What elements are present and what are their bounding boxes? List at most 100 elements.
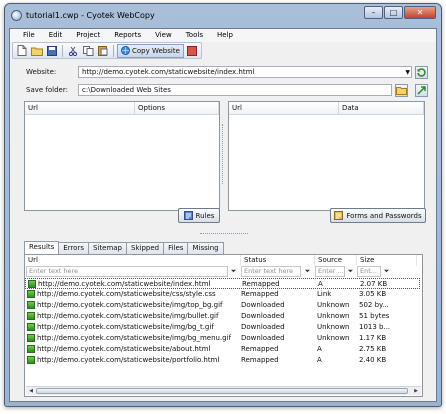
cell-status: Downloaded <box>241 301 285 309</box>
col-header-source[interactable]: Source <box>315 255 357 266</box>
rules-icon <box>183 211 193 220</box>
tab-results[interactable]: Results <box>24 241 60 254</box>
scrollbar-thumb[interactable] <box>36 388 408 394</box>
tab-missing[interactable]: Missing <box>187 242 224 254</box>
rules-list[interactable]: Url Options <box>24 101 220 211</box>
open-folder-icon[interactable] <box>30 44 44 58</box>
filter-icon[interactable]: ⏷ <box>303 267 312 276</box>
cell-url: http://demo.cyotek.com/staticwebsite/img… <box>37 334 232 342</box>
title-bar[interactable]: tutorial1.cwp - Cyotek WebCopy – □ ✕ <box>5 4 441 28</box>
cell-source: A <box>318 280 323 288</box>
forms-passwords-button[interactable]: Forms and Passwords <box>330 208 426 223</box>
rules-col-options[interactable]: Options <box>135 102 219 115</box>
cell-status: Downloaded <box>241 334 285 342</box>
cell-url: http://demo.cyotek.com/staticwebsite/img… <box>37 312 219 320</box>
cell-status: Remapped <box>242 280 280 288</box>
open-folder-button[interactable] <box>415 84 428 97</box>
scroll-left-icon[interactable]: ◀ <box>27 388 35 394</box>
cell-url: http://demo.cyotek.com/staticwebsite/abo… <box>37 345 211 353</box>
paste-icon[interactable] <box>96 44 110 58</box>
rules-button[interactable]: Rules <box>178 208 220 223</box>
cell-status: Remapped <box>241 345 279 353</box>
cut-icon[interactable] <box>66 44 80 58</box>
filter-url-input[interactable]: Enter text here <box>26 266 228 277</box>
cell-source: Unknown <box>317 312 350 320</box>
table-row[interactable]: http://demo.cyotek.com/staticwebsite/por… <box>25 355 420 366</box>
cell-status: Downloaded <box>241 312 285 320</box>
file-icon <box>28 280 36 288</box>
menu-file[interactable]: File <box>16 29 42 42</box>
rules-col-url[interactable]: Url <box>25 102 135 115</box>
new-document-icon[interactable] <box>15 44 29 58</box>
filter-source-input[interactable]: Enter ... <box>315 266 345 277</box>
toolbar-separator <box>62 44 63 57</box>
save-icon[interactable] <box>45 44 59 58</box>
filter-icon[interactable]: ⏷ <box>346 267 355 276</box>
table-row[interactable]: http://demo.cyotek.com/staticwebsite/img… <box>25 311 420 322</box>
splitter-horizontal[interactable] <box>200 233 248 235</box>
forms-col-url[interactable]: Url <box>229 102 339 115</box>
table-row[interactable]: http://demo.cyotek.com/staticwebsite/css… <box>25 289 420 300</box>
file-icon <box>27 345 35 353</box>
menu-reports[interactable]: Reports <box>107 29 148 42</box>
caption-buttons: – □ ✕ <box>364 6 436 19</box>
menu-view[interactable]: View <box>148 29 179 42</box>
arrow-icon <box>417 86 426 95</box>
file-icon <box>27 356 35 364</box>
splitter-vertical[interactable] <box>222 124 223 184</box>
menu-edit[interactable]: Edit <box>42 29 70 42</box>
cell-url: http://demo.cyotek.com/staticwebsite/img… <box>37 301 223 309</box>
table-row[interactable]: http://demo.cyotek.com/staticwebsite/img… <box>25 322 420 333</box>
forms-col-data[interactable]: Data <box>339 102 424 115</box>
filter-icon[interactable]: ⏷ <box>382 267 391 276</box>
cell-source: Unknown <box>317 323 350 331</box>
results-grid[interactable]: Url Status Source Size Enter text here ⏷… <box>24 254 423 397</box>
tab-sitemap[interactable]: Sitemap <box>88 242 127 254</box>
refresh-icon <box>417 68 426 77</box>
menu-help[interactable]: Help <box>210 29 240 42</box>
col-header-size[interactable]: Size <box>357 255 417 266</box>
tab-files[interactable]: Files <box>163 242 189 254</box>
tab-errors[interactable]: Errors <box>58 242 89 254</box>
tab-skipped[interactable]: Skipped <box>126 242 165 254</box>
col-header-status[interactable]: Status <box>241 255 315 266</box>
website-label: Website: <box>26 68 57 76</box>
cell-url: http://demo.cyotek.com/staticwebsite/por… <box>37 356 220 364</box>
copy-website-button[interactable]: Copy Website <box>117 43 184 58</box>
chevron-down-icon[interactable]: ▼ <box>405 68 410 77</box>
cell-size: 2.40 KB <box>359 356 387 364</box>
file-icon <box>27 312 35 320</box>
copy-website-icon <box>121 46 130 55</box>
maximize-button[interactable]: □ <box>384 6 403 19</box>
toolbar-separator <box>113 44 114 57</box>
table-row[interactable]: http://demo.cyotek.com/staticwebsite/img… <box>25 333 420 344</box>
copy-icon[interactable] <box>81 44 95 58</box>
cell-source: Link <box>317 290 332 298</box>
table-row[interactable]: http://demo.cyotek.com/staticwebsite/img… <box>25 300 420 311</box>
website-field[interactable]: http://demo.cyotek.com/staticwebsite/ind… <box>78 66 412 78</box>
stop-icon[interactable] <box>185 44 199 58</box>
cell-source: Unknown <box>317 301 350 309</box>
menu-tools[interactable]: Tools <box>179 29 210 42</box>
file-icon <box>27 301 35 309</box>
save-folder-label: Save folder: <box>26 86 68 94</box>
col-header-url[interactable]: Url <box>25 255 241 266</box>
cell-size: 502 by... <box>359 301 389 309</box>
filter-size-input[interactable]: Ent... <box>357 266 381 277</box>
table-row[interactable]: http://demo.cyotek.com/staticwebsite/ind… <box>25 278 420 289</box>
forms-list[interactable]: Url Data <box>228 101 425 211</box>
browse-folder-button[interactable] <box>395 84 408 97</box>
filter-status-input[interactable]: Enter text here <box>241 266 301 277</box>
copy-website-label: Copy Website <box>132 46 180 55</box>
horizontal-scrollbar[interactable]: ◀ ▶ <box>26 386 421 395</box>
rules-label: Rules <box>195 211 215 220</box>
minimize-button[interactable]: – <box>364 6 383 19</box>
menu-project[interactable]: Project <box>69 29 107 42</box>
close-button[interactable]: ✕ <box>404 6 436 19</box>
scroll-right-icon[interactable]: ▶ <box>412 388 420 394</box>
save-folder-field[interactable]: c:\Downloaded Web Sites <box>78 84 392 96</box>
filter-icon[interactable]: ⏷ <box>229 267 238 276</box>
cell-size: 3.05 KB <box>359 290 387 298</box>
table-row[interactable]: http://demo.cyotek.com/staticwebsite/abo… <box>25 344 420 355</box>
website-go-button[interactable] <box>415 66 428 79</box>
